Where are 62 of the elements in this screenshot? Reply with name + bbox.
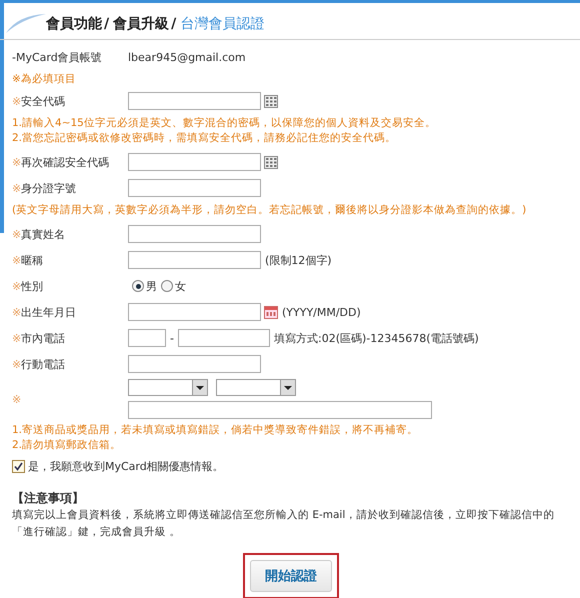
required-mark: ※	[12, 306, 22, 318]
consent-label: 是，我願意收到MyCard相關優惠情報。	[28, 458, 224, 474]
breadcrumb-separator: /	[104, 16, 110, 32]
field-label: 再次確認安全代碼	[21, 154, 110, 170]
dash-separator: -	[170, 332, 174, 344]
input-field[interactable]	[128, 225, 261, 243]
required-mark: ※	[12, 228, 22, 240]
keypad-icon[interactable]	[264, 156, 278, 168]
notice-title: 【注意事項】	[12, 490, 85, 507]
note-text: (英文字母請用大寫，英數字必須為半形，請勿空白。若忘記帳號，爾後將以身分證影本做為查詢的依據。)	[12, 203, 528, 218]
notice-text: 填寫完以上會員資料後，系統將立即傳送確認信至您所輸入的 E-mail，請於收到確認信後，立即按下確認信中的「進行確認」鍵，完成會員升級 。	[12, 508, 556, 540]
caret-icon	[280, 380, 295, 395]
consent-checkbox[interactable]	[12, 460, 25, 472]
note-text: 1.寄送商品或獎品用，若未填寫或填寫錯誤，倘若中獎導致寄件錯誤，將不再補寄。	[12, 423, 420, 438]
radio-button[interactable]	[161, 280, 173, 292]
input-field[interactable]	[128, 251, 261, 269]
breadcrumb-item[interactable]: 會員升級	[113, 15, 170, 33]
required-mark: ※	[12, 280, 22, 292]
required-mark: ※	[12, 392, 22, 406]
note-text: 2.請勿填寫郵政信箱。	[12, 438, 122, 453]
date-field[interactable]	[128, 303, 261, 321]
address-field[interactable]	[128, 401, 432, 419]
field-hint: 填寫方式:02(區碼)-12345678(電話號碼)	[274, 330, 479, 346]
radio-button[interactable]	[132, 280, 144, 292]
phone-number-field[interactable]	[178, 329, 270, 347]
radio-label: 女	[175, 278, 186, 294]
required-mark: ※	[12, 94, 22, 108]
swoosh-icon	[4, 11, 48, 35]
required-mark: ※	[12, 182, 22, 194]
area-code-field[interactable]	[128, 329, 166, 347]
required-mark: ※	[12, 332, 22, 344]
account-label: -MyCard會員帳號	[12, 50, 102, 64]
required-note: ※為必填項目	[12, 72, 76, 86]
field-label: 市內電話	[21, 330, 66, 346]
field-hint: (YYYY/MM/DD)	[282, 306, 361, 318]
calendar-icon[interactable]	[264, 306, 278, 318]
required-mark: ※	[12, 254, 22, 266]
field-label: 真實姓名	[21, 226, 66, 242]
note-text: 1.請輸入4~15位字元必須是英文、數字混合的密碼，以保障您的個人資料及交易安全。	[12, 116, 437, 131]
password-field[interactable]	[128, 92, 261, 110]
caret-icon	[192, 380, 207, 395]
start-verification-button[interactable]: 開始認證	[243, 553, 339, 598]
field-label: 暱稱	[21, 252, 44, 268]
field-label: 性別	[21, 278, 44, 294]
field-label: 身分證字號	[21, 180, 76, 196]
input-field[interactable]	[128, 179, 261, 197]
password-field[interactable]	[128, 153, 261, 171]
dropdown[interactable]	[128, 379, 208, 396]
required-mark: ※	[12, 358, 22, 370]
field-label: 出生年月日	[21, 304, 76, 320]
required-mark: ※	[12, 156, 22, 168]
field-hint: (限制12個字)	[265, 252, 332, 268]
keypad-icon[interactable]	[264, 94, 278, 108]
radio-label: 男	[146, 278, 157, 294]
field-label: 行動電話	[21, 356, 66, 372]
note-text: 2.當您忘記密碼或欲修改密碼時，需填寫安全代碼，請務必記住您的安全代碼。	[12, 131, 398, 146]
account-value: lbear945@gmail.com	[128, 50, 246, 64]
field-label: 安全代碼	[21, 94, 66, 108]
dropdown[interactable]	[216, 379, 296, 396]
input-field[interactable]	[128, 355, 261, 373]
breadcrumb-item[interactable]: 會員功能	[46, 15, 102, 33]
breadcrumb-separator: /	[171, 16, 176, 32]
